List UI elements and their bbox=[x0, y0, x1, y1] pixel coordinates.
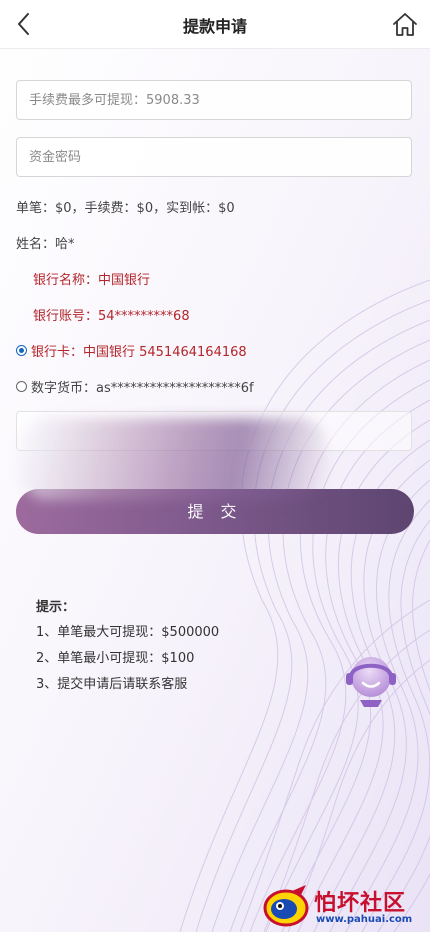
watermark-url: www.pahuai.com bbox=[316, 914, 413, 925]
payout-option-crypto[interactable]: 数字货币：as********************6f bbox=[16, 377, 254, 396]
redaction-blur bbox=[18, 418, 328, 500]
tip-item: 3、提交申请后请联系客服 bbox=[36, 677, 188, 692]
watermark-title: 怕坏社区 bbox=[314, 890, 407, 916]
tips-title: 提示： bbox=[36, 600, 76, 615]
payout-option-label: 数字货币：as********************6f bbox=[31, 381, 254, 396]
radio-unselected-icon[interactable] bbox=[16, 381, 27, 392]
tip-item: 2、单笔最小可提现：$100 bbox=[36, 651, 195, 666]
bank-name: 银行名称：中国银行 bbox=[33, 273, 151, 288]
fee-summary: 单笔：$0，手续费：$0，实到帐：$0 bbox=[16, 201, 235, 216]
site-watermark: 怕坏社区 www.pahuai.com bbox=[262, 883, 430, 931]
radio-selected-icon[interactable] bbox=[16, 345, 27, 356]
top-nav-bar: 提款申请 bbox=[0, 0, 430, 49]
page-title: 提款申请 bbox=[182, 17, 247, 36]
watermark-logo-icon bbox=[263, 885, 309, 927]
bank-account-number: 银行账号：54*********68 bbox=[33, 309, 190, 324]
payout-option-bank-card[interactable]: 银行卡：中国银行 5451464164168 bbox=[16, 341, 247, 360]
fund-password-field[interactable] bbox=[16, 137, 412, 177]
account-holder-name: 姓名：哈* bbox=[16, 237, 75, 252]
tips-panel: 提示： 1、单笔最大可提现：$500000 2、单笔最小可提现：$100 3、提… bbox=[36, 596, 219, 698]
customer-service-button[interactable] bbox=[342, 650, 400, 710]
home-button[interactable] bbox=[390, 8, 420, 40]
withdraw-form: 单笔：$0，手续费：$0，实到帐：$0 姓名：哈* 银行名称：中国银行 银行账号… bbox=[0, 0, 430, 932]
customer-service-headset-icon bbox=[346, 657, 396, 707]
fund-password-input[interactable] bbox=[17, 138, 411, 176]
tip-item: 1、单笔最大可提现：$500000 bbox=[36, 625, 220, 640]
amount-input[interactable] bbox=[17, 81, 411, 119]
home-icon bbox=[393, 13, 417, 36]
payout-option-label: 银行卡：中国银行 5451464164168 bbox=[31, 345, 247, 360]
amount-field[interactable] bbox=[16, 80, 412, 120]
